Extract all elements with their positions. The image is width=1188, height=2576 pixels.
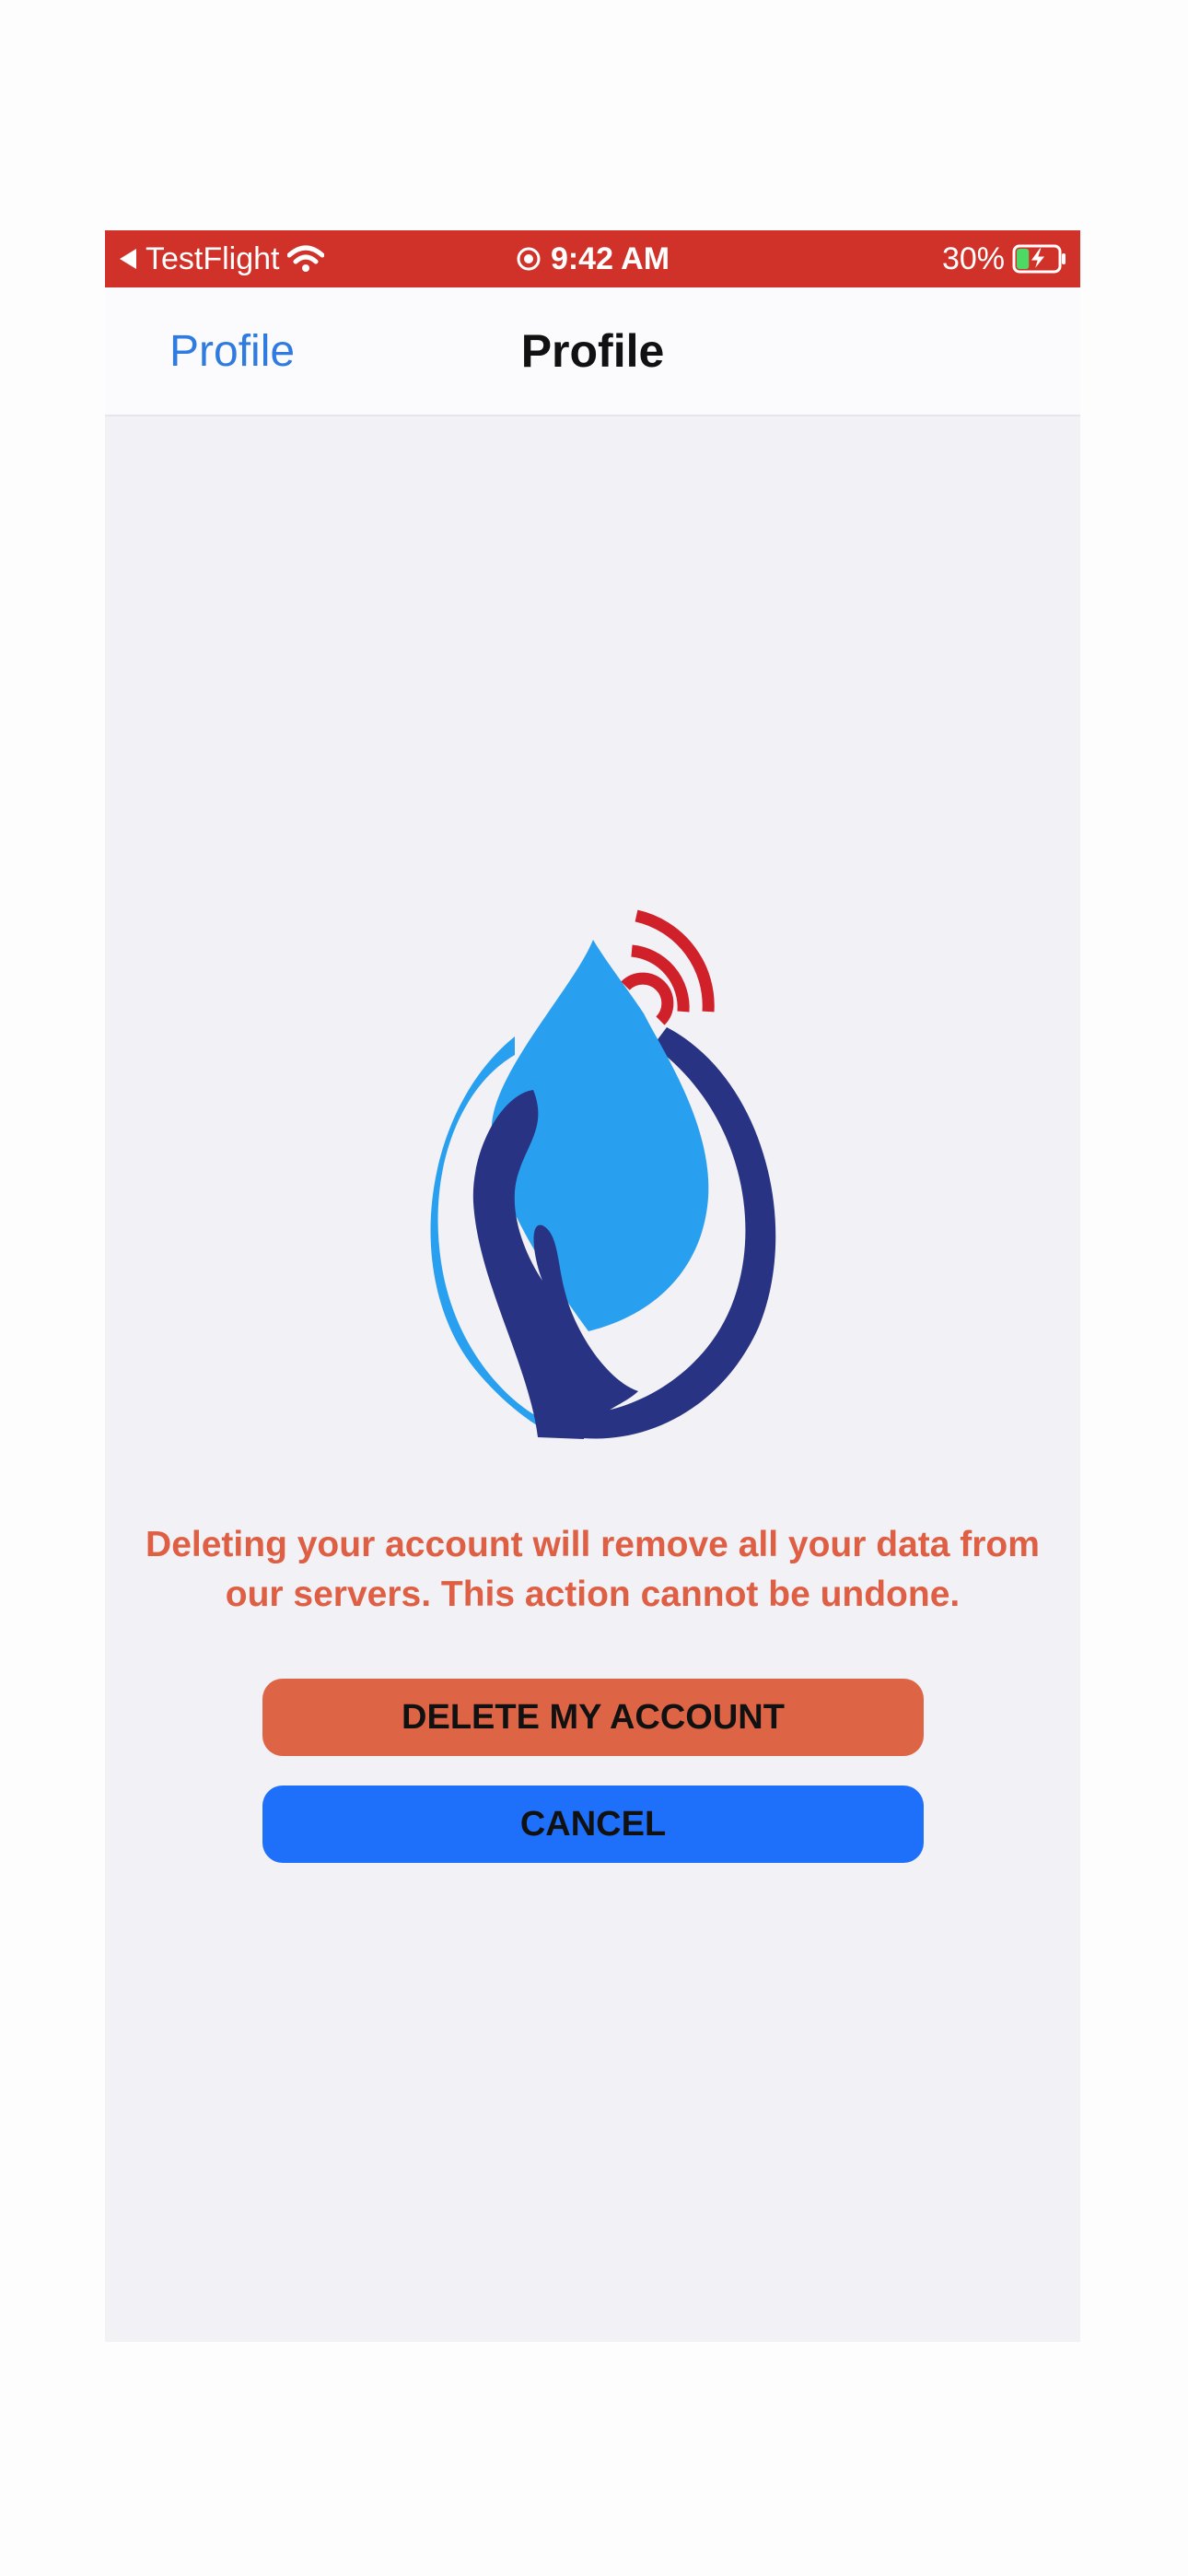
nav-back-button[interactable]: Profile	[169, 287, 295, 415]
status-time: 9:42 AM	[550, 240, 670, 276]
orientation-lock-icon	[517, 247, 541, 271]
navigation-bar: Profile Profile	[105, 287, 1080, 416]
battery-percent: 30%	[941, 240, 1005, 276]
status-time-area: 9:42 AM	[105, 230, 1080, 287]
status-battery-area: 30%	[942, 230, 1067, 287]
status-bar: TestFlight 9:42 AM 30%	[105, 230, 1080, 287]
delete-warning-text: Deleting your account will remove all yo…	[146, 1525, 1040, 1614]
battery-charging-icon	[1012, 244, 1066, 274]
delete-account-button[interactable]: DELETE MY ACCOUNT	[262, 1679, 924, 1756]
cancel-button[interactable]: CANCEL	[262, 1786, 924, 1863]
water-drop-hand-logo	[430, 909, 776, 1439]
device-screen: TestFlight 9:42 AM 30% Profile Profile D…	[105, 230, 1080, 2342]
